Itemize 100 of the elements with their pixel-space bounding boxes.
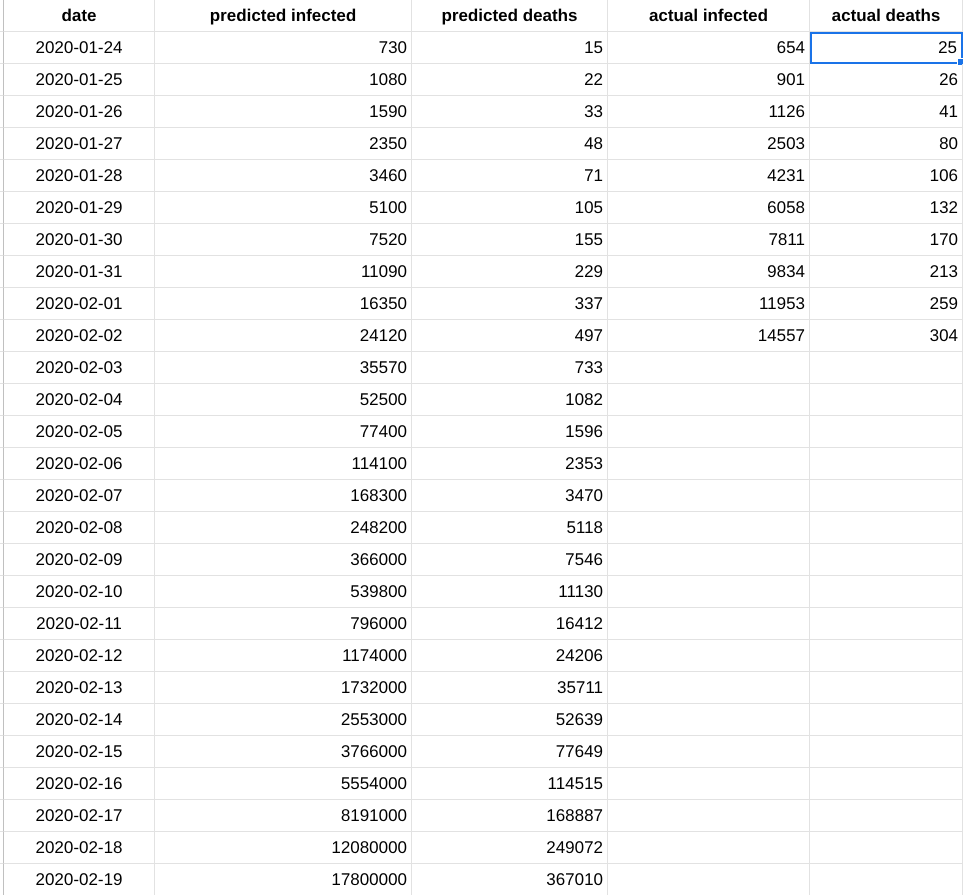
table-cell[interactable]: 2020-01-24 <box>4 32 155 64</box>
table-cell[interactable]: 7811 <box>608 224 810 256</box>
table-cell[interactable]: 2020-02-01 <box>4 288 155 320</box>
table-cell[interactable]: 2020-02-07 <box>4 480 155 512</box>
table-cell[interactable]: 35711 <box>412 672 608 704</box>
table-cell[interactable]: 9834 <box>608 256 810 288</box>
table-cell[interactable]: 796000 <box>155 608 412 640</box>
table-cell[interactable]: 2020-02-03 <box>4 352 155 384</box>
empty-cell[interactable] <box>608 608 810 640</box>
empty-cell[interactable] <box>810 576 963 608</box>
empty-cell[interactable] <box>608 480 810 512</box>
table-cell[interactable]: 12080000 <box>155 832 412 864</box>
empty-cell[interactable] <box>608 768 810 800</box>
table-cell[interactable]: 7520 <box>155 224 412 256</box>
table-cell[interactable]: 2020-02-08 <box>4 512 155 544</box>
table-cell[interactable]: 1082 <box>412 384 608 416</box>
table-cell[interactable]: 71 <box>412 160 608 192</box>
empty-cell[interactable] <box>810 384 963 416</box>
empty-cell[interactable] <box>608 352 810 384</box>
empty-cell[interactable] <box>810 736 963 768</box>
empty-cell[interactable] <box>608 544 810 576</box>
table-cell[interactable]: 2020-02-04 <box>4 384 155 416</box>
table-cell[interactable]: 337 <box>412 288 608 320</box>
table-cell[interactable]: 52500 <box>155 384 412 416</box>
table-cell[interactable]: 5118 <box>412 512 608 544</box>
table-cell[interactable]: 2020-02-11 <box>4 608 155 640</box>
table-cell[interactable]: 7546 <box>412 544 608 576</box>
table-cell[interactable]: 2020-02-12 <box>4 640 155 672</box>
table-cell[interactable]: 654 <box>608 32 810 64</box>
empty-cell[interactable] <box>810 448 963 480</box>
empty-cell[interactable] <box>608 800 810 832</box>
table-cell[interactable]: 2503 <box>608 128 810 160</box>
table-cell[interactable]: 304 <box>810 320 963 352</box>
table-cell[interactable]: 2020-02-17 <box>4 800 155 832</box>
empty-cell[interactable] <box>810 544 963 576</box>
table-cell[interactable]: 16350 <box>155 288 412 320</box>
table-cell[interactable]: 2020-02-18 <box>4 832 155 864</box>
table-cell[interactable]: 2020-02-16 <box>4 768 155 800</box>
table-cell[interactable]: 48 <box>412 128 608 160</box>
table-cell[interactable]: 2020-01-30 <box>4 224 155 256</box>
table-cell[interactable]: 366000 <box>155 544 412 576</box>
table-cell[interactable]: 2020-02-13 <box>4 672 155 704</box>
empty-cell[interactable] <box>810 704 963 736</box>
table-cell[interactable]: 77400 <box>155 416 412 448</box>
table-cell[interactable]: 35570 <box>155 352 412 384</box>
table-cell[interactable]: 229 <box>412 256 608 288</box>
table-cell[interactable]: 168887 <box>412 800 608 832</box>
table-cell[interactable]: 2353 <box>412 448 608 480</box>
table-cell[interactable]: 52639 <box>412 704 608 736</box>
table-cell[interactable]: 14557 <box>608 320 810 352</box>
table-cell[interactable]: 80 <box>810 128 963 160</box>
table-cell[interactable]: 77649 <box>412 736 608 768</box>
empty-cell[interactable] <box>810 608 963 640</box>
table-cell[interactable]: 155 <box>412 224 608 256</box>
table-cell[interactable]: 5554000 <box>155 768 412 800</box>
table-cell[interactable]: 730 <box>155 32 412 64</box>
table-cell[interactable]: 114100 <box>155 448 412 480</box>
table-cell[interactable]: 2020-01-27 <box>4 128 155 160</box>
table-cell[interactable]: 16412 <box>412 608 608 640</box>
table-cell[interactable]: 25 <box>810 32 963 64</box>
table-cell[interactable]: 1080 <box>155 64 412 96</box>
table-cell[interactable]: 2020-02-14 <box>4 704 155 736</box>
empty-cell[interactable] <box>810 672 963 704</box>
table-cell[interactable]: 497 <box>412 320 608 352</box>
empty-cell[interactable] <box>608 416 810 448</box>
table-cell[interactable]: 1174000 <box>155 640 412 672</box>
table-cell[interactable]: 132 <box>810 192 963 224</box>
table-cell[interactable]: 2020-02-19 <box>4 864 155 895</box>
table-cell[interactable]: 2020-02-10 <box>4 576 155 608</box>
table-cell[interactable]: 11130 <box>412 576 608 608</box>
table-cell[interactable]: 2020-02-02 <box>4 320 155 352</box>
empty-cell[interactable] <box>608 512 810 544</box>
table-cell[interactable]: 259 <box>810 288 963 320</box>
table-cell[interactable]: 3470 <box>412 480 608 512</box>
table-cell[interactable]: 2020-01-29 <box>4 192 155 224</box>
table-cell[interactable]: 4231 <box>608 160 810 192</box>
table-cell[interactable]: 170 <box>810 224 963 256</box>
table-cell[interactable]: 22 <box>412 64 608 96</box>
table-cell[interactable]: 33 <box>412 96 608 128</box>
table-cell[interactable]: 3460 <box>155 160 412 192</box>
empty-cell[interactable] <box>810 640 963 672</box>
table-cell[interactable]: 2020-01-28 <box>4 160 155 192</box>
table-cell[interactable]: 901 <box>608 64 810 96</box>
empty-cell[interactable] <box>810 832 963 864</box>
table-cell[interactable]: 1732000 <box>155 672 412 704</box>
empty-cell[interactable] <box>810 480 963 512</box>
table-cell[interactable]: 2020-01-25 <box>4 64 155 96</box>
table-cell[interactable]: 11953 <box>608 288 810 320</box>
empty-cell[interactable] <box>608 672 810 704</box>
table-cell[interactable]: 1596 <box>412 416 608 448</box>
empty-cell[interactable] <box>810 800 963 832</box>
table-cell[interactable]: 1590 <box>155 96 412 128</box>
empty-cell[interactable] <box>810 512 963 544</box>
empty-cell[interactable] <box>608 704 810 736</box>
table-cell[interactable]: 1126 <box>608 96 810 128</box>
table-cell[interactable]: 2020-02-15 <box>4 736 155 768</box>
table-cell[interactable]: 2020-02-09 <box>4 544 155 576</box>
empty-cell[interactable] <box>608 640 810 672</box>
table-cell[interactable]: 248200 <box>155 512 412 544</box>
fill-handle[interactable] <box>957 58 963 66</box>
